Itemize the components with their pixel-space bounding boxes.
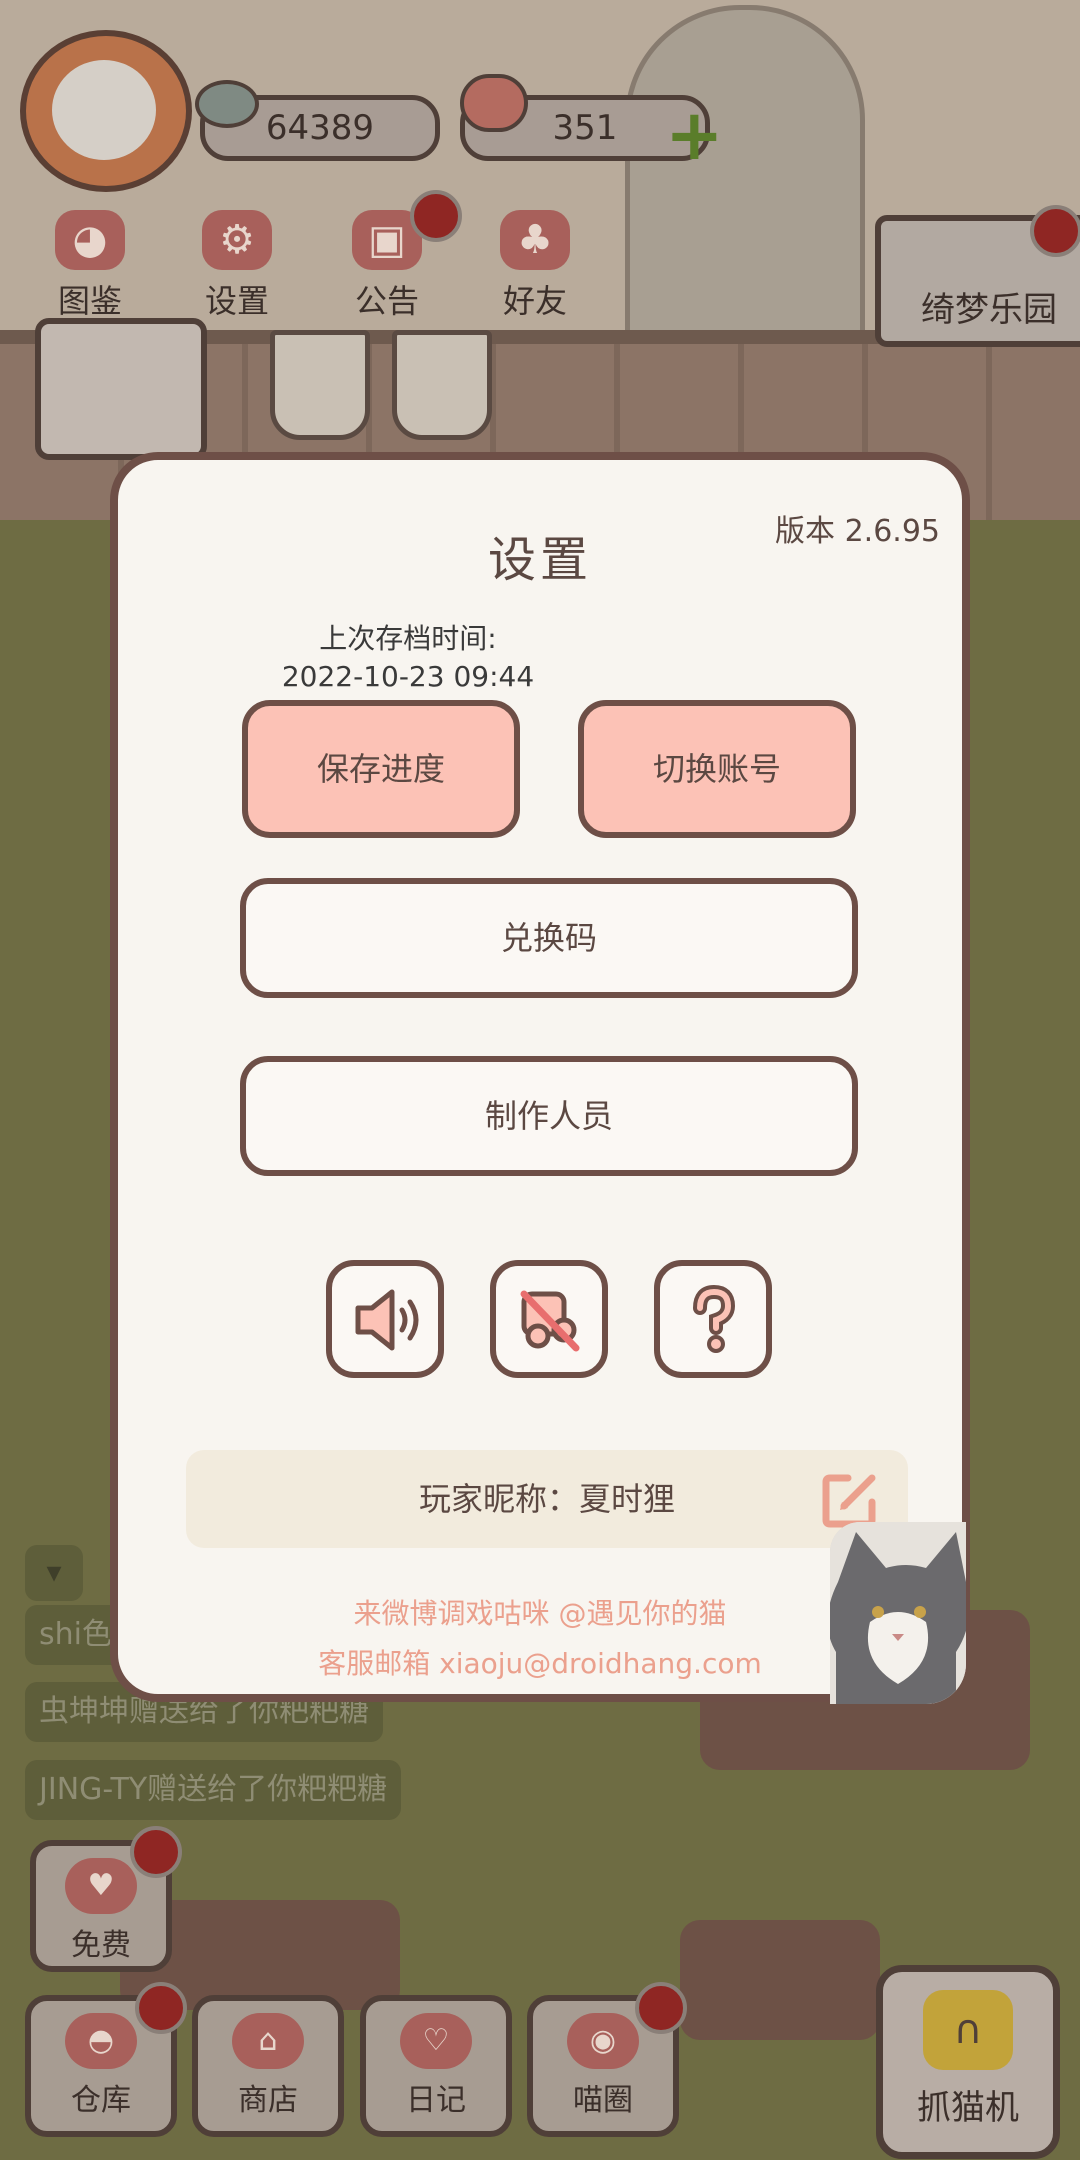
plant-pot [270, 330, 370, 440]
cat-face-icon: ◕ [55, 210, 125, 270]
cat-planet-icon: ◉ [567, 2013, 639, 2069]
diary-label: 日记 [406, 2083, 466, 2118]
nickname-bar[interactable]: 玩家昵称：夏时狸 [186, 1450, 908, 1548]
music-toggle-button[interactable] [490, 1260, 608, 1378]
question-icon [693, 1284, 736, 1353]
chat-toggle-button[interactable]: ▾ [25, 1545, 83, 1601]
save-progress-button[interactable]: 保存进度 [242, 700, 520, 838]
notice-label: 公告 [354, 282, 419, 320]
credits-button[interactable]: 制作人员 [240, 1056, 858, 1176]
help-button[interactable] [654, 1260, 772, 1378]
circle-label: 喵圈 [573, 2083, 633, 2118]
calendar-icon[interactable] [35, 318, 207, 460]
chat-message: JING-TY赠送给了你粑粑糖 [25, 1760, 402, 1820]
gear-icon: ⚙ [202, 210, 272, 270]
collection-label: 图鉴 [57, 282, 122, 320]
notification-dot [130, 1826, 182, 1878]
settings-label: 设置 [204, 282, 269, 320]
plant-pot [392, 330, 492, 440]
heart-bowl-icon: ♥ [65, 1858, 137, 1914]
diary-button[interactable]: ♡ 日记 [360, 1995, 512, 2137]
friends-button[interactable]: ♣ 好友 [480, 210, 590, 322]
settings-button[interactable]: ⚙ 设置 [182, 210, 292, 322]
notification-dot [1030, 205, 1080, 257]
speaker-icon [355, 1289, 419, 1351]
friends-label: 好友 [502, 282, 567, 320]
storage-icon: ◓ [65, 2013, 137, 2069]
gray-cat-image [830, 1522, 966, 1704]
player-avatar[interactable] [20, 30, 192, 192]
heart-icon [460, 74, 528, 132]
shop-label: 商店 [238, 2083, 298, 2118]
notification-dot [410, 190, 462, 242]
notification-dot [635, 1982, 687, 2034]
notification-dot [135, 1982, 187, 2034]
shop-icon: ⌂ [232, 2013, 304, 2069]
soil-plot [680, 1920, 880, 2040]
nickname-text: 玩家昵称：夏时狸 [418, 1480, 675, 1518]
claw-machine-button[interactable]: ∩ 抓猫机 [876, 1965, 1060, 2159]
redeem-code-button[interactable]: 兑换码 [240, 878, 858, 998]
sound-toggle-button[interactable] [326, 1260, 444, 1378]
last-save-label: 上次存档时间: [319, 622, 497, 655]
last-save-time: 上次存档时间: 2022-10-23 09:44 [268, 620, 548, 696]
settings-dialog: 设置 版本 2.6.95 上次存档时间: 2022-10-23 09:44 保存… [110, 452, 970, 1704]
free-label: 免费 [71, 1928, 131, 1963]
last-save-value: 2022-10-23 09:44 [281, 660, 535, 693]
cat-photo [830, 1522, 966, 1704]
claw-icon: ∩ [923, 1990, 1013, 2070]
fish-coin-icon [195, 80, 259, 128]
collection-button[interactable]: ◕ 图鉴 [35, 210, 145, 322]
add-hearts-icon[interactable]: + [665, 100, 724, 170]
switch-account-button[interactable]: 切换账号 [578, 700, 856, 838]
shop-button[interactable]: ⌂ 商店 [192, 1995, 344, 2137]
arched-door [625, 5, 865, 345]
storage-label: 仓库 [71, 2083, 131, 2118]
diary-icon: ♡ [400, 2013, 472, 2069]
park-sign-label: 绮梦乐园 [921, 290, 1057, 330]
friends-icon: ♣ [500, 210, 570, 270]
music-muted-icon [520, 1290, 580, 1352]
claw-label: 抓猫机 [917, 2088, 1019, 2128]
avatar-face [52, 60, 156, 160]
version-label: 版本 2.6.95 [775, 514, 940, 549]
